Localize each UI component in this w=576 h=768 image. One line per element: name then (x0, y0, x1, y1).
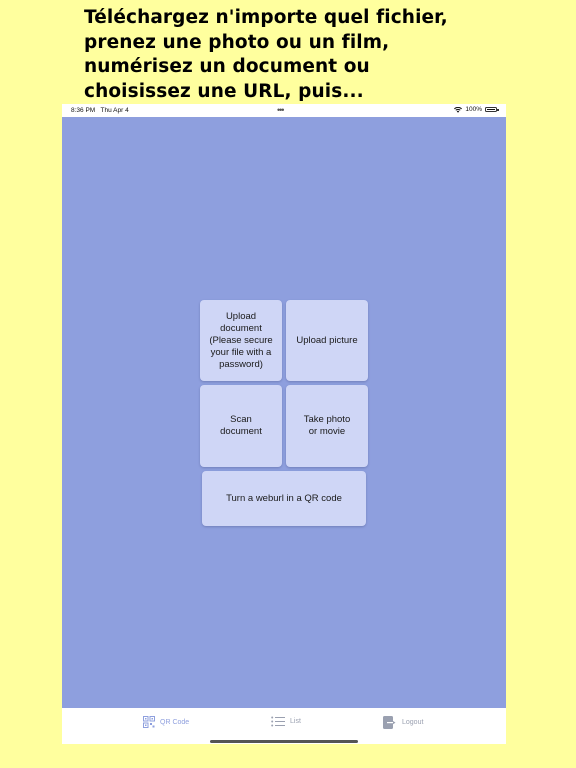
multitasking-dots[interactable]: ••• (277, 104, 285, 116)
headline-line-3: numérisez un document ou (84, 56, 370, 77)
battery-percentage: 100% (465, 106, 482, 113)
tab-logout-label: Logout (402, 719, 424, 726)
logout-icon (383, 716, 397, 729)
status-bar: 8:36 PM Thu Apr 4 ••• 100% (62, 104, 506, 117)
battery-icon (485, 107, 499, 112)
take-photo-button[interactable]: Take photo or movie (286, 385, 368, 467)
app-screen: 8:36 PM Thu Apr 4 ••• 100% Upload docume… (62, 104, 506, 744)
list-icon (271, 716, 285, 727)
promo-headline: Téléchargez n'importe quel fichier, pren… (84, 6, 564, 104)
status-indicators: 100% (454, 106, 499, 113)
headline-line-2: prenez une photo ou un film, (84, 31, 390, 53)
tab-qr-code-label: QR Code (160, 718, 190, 726)
tab-logout[interactable]: Logout (383, 716, 423, 729)
wifi-icon (454, 106, 463, 113)
status-date: Thu Apr 4 (100, 106, 129, 114)
status-clock: 8:36 PM (71, 106, 96, 114)
home-indicator[interactable] (210, 740, 358, 743)
qr-code-icon (143, 716, 155, 728)
tab-list-label: List (290, 718, 301, 725)
tab-list[interactable]: List (271, 716, 301, 727)
status-time: 8:36 PM Thu Apr 4 (71, 107, 129, 114)
upload-picture-button[interactable]: Upload picture (286, 300, 368, 381)
headline-line-1: Téléchargez n'importe quel fichier, (84, 7, 448, 28)
weburl-qr-button[interactable]: Turn a weburl in a QR code (202, 471, 366, 526)
tab-bar: QR Code List Logout (62, 708, 506, 744)
headline-line-4: choisissez une URL, puis... (84, 80, 364, 102)
tab-qr-code[interactable]: QR Code (143, 716, 189, 728)
scan-document-button[interactable]: Scan document (200, 385, 282, 467)
upload-document-button[interactable]: Upload document (Please secure your file… (200, 300, 282, 381)
